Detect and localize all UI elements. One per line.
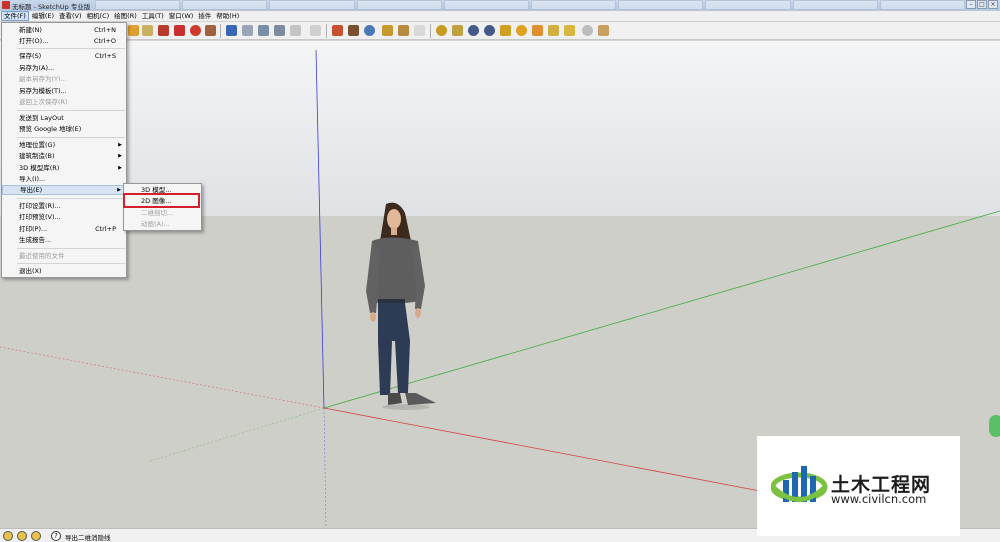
share-model-icon[interactable] xyxy=(398,25,409,36)
file-menu-save-copy-as: 副本另存为(Y)... xyxy=(19,75,67,83)
maximize-icon[interactable]: □ xyxy=(977,0,987,9)
menu-bar: 文件(F) 编辑(E) 查看(V) 相机(C) 绘图(R) 工具(T) 窗口(W… xyxy=(0,11,1000,22)
minimize-icon[interactable]: – xyxy=(966,0,976,9)
toggle-terrain-icon[interactable] xyxy=(452,25,463,36)
close-icon[interactable]: × xyxy=(988,0,998,9)
file-menu-print-preview[interactable]: 打印预览(V)... xyxy=(2,212,126,222)
flip-edge-icon[interactable] xyxy=(598,25,609,36)
file-menu-building-maker[interactable]: 建筑制造(B) ▶ xyxy=(2,151,126,161)
menu-window[interactable]: 窗口(W) xyxy=(167,11,196,21)
pan-icon[interactable] xyxy=(242,25,253,36)
next-view-icon[interactable] xyxy=(310,25,321,36)
civilcn-logo-icon xyxy=(771,466,828,502)
site-watermark: 土木工程网 www.civilcn.com xyxy=(757,436,960,536)
sketchup-app-icon xyxy=(2,1,10,9)
main-toolbar xyxy=(0,22,1000,40)
stamp-icon[interactable] xyxy=(548,25,559,36)
submenu-arrow-icon: ▶ xyxy=(118,142,122,148)
file-menu-send-to-layout[interactable]: 发送到 LayOut xyxy=(2,113,126,123)
person-figure xyxy=(366,202,436,410)
get-models-icon[interactable] xyxy=(382,25,393,36)
file-menu-import[interactable]: 导入(I)... xyxy=(2,174,126,184)
background-taskbar-tabs xyxy=(95,0,966,11)
zoom-icon[interactable] xyxy=(258,25,269,36)
rotate-icon[interactable] xyxy=(190,25,201,36)
menu-view[interactable]: 查看(V) xyxy=(57,11,84,21)
follow-me-icon[interactable] xyxy=(205,25,216,36)
blue-axis-negative xyxy=(323,407,327,528)
file-menu-print[interactable]: 打印(P)... Ctrl+P xyxy=(2,224,126,234)
add-location-icon[interactable] xyxy=(436,25,447,36)
watermark-url: www.civilcn.com xyxy=(831,492,927,506)
tape-measure-icon[interactable] xyxy=(142,25,153,36)
previous-view-icon[interactable] xyxy=(290,25,301,36)
highlight-annotation-box xyxy=(123,193,200,208)
green-axis-negative xyxy=(149,407,325,462)
submenu-arrow-icon: ▶ xyxy=(117,187,121,193)
walk-icon[interactable] xyxy=(348,25,359,36)
push-pull-icon[interactable] xyxy=(158,25,169,36)
paint-bucket-icon[interactable] xyxy=(128,25,139,36)
file-menu-export[interactable]: 导出(E) ▶ xyxy=(2,185,126,195)
export-section-slice: 二维剖切... xyxy=(141,209,174,217)
file-menu-new[interactable]: 新建(N) Ctrl+N xyxy=(2,25,126,35)
sandbox-icon[interactable] xyxy=(516,25,527,36)
blue-axis xyxy=(315,49,325,409)
file-menu-geo-location[interactable]: 地理位置(G) ▶ xyxy=(2,140,126,150)
credits-status-icon[interactable] xyxy=(17,531,27,541)
file-menu-save-as[interactable]: 另存为(A)... xyxy=(2,63,126,73)
photo-textures-icon[interactable] xyxy=(468,25,479,36)
help-icon[interactable]: ? xyxy=(51,531,61,541)
menu-help[interactable]: 帮助(H) xyxy=(214,11,241,21)
file-menu-3d-warehouse[interactable]: 3D 模型库(R) ▶ xyxy=(2,163,126,173)
file-menu-open[interactable]: 打开(O)... Ctrl+O xyxy=(2,36,126,46)
geo-location-status-icon[interactable] xyxy=(3,531,13,541)
position-camera-icon[interactable] xyxy=(332,25,343,36)
preview-google-earth-icon[interactable] xyxy=(484,25,495,36)
submenu-arrow-icon: ▶ xyxy=(118,153,122,159)
file-menu-dropdown: 新建(N) Ctrl+N 打开(O)... Ctrl+O 保存(S) Ctrl+S 另… xyxy=(1,22,127,278)
red-axis-negative xyxy=(0,346,325,409)
add-detail-icon[interactable] xyxy=(582,25,593,36)
menu-file[interactable]: 文件(F) xyxy=(1,11,29,21)
export-animation: 动画(A)... xyxy=(141,220,170,228)
look-around-icon[interactable] xyxy=(364,25,375,36)
file-menu-save[interactable]: 保存(S) Ctrl+S xyxy=(2,51,126,61)
title-bar: 无标题 - SketchUp 专业版 – □ × xyxy=(0,0,1000,11)
menu-tools[interactable]: 工具(T) xyxy=(140,11,166,21)
submenu-arrow-icon: ▶ xyxy=(118,165,122,171)
file-menu-preview-google-earth[interactable]: 预览 Google 地球(E) xyxy=(2,124,126,134)
zoom-extents-icon[interactable] xyxy=(274,25,285,36)
green-axis xyxy=(323,210,1000,409)
menu-plugins[interactable]: 插件 xyxy=(196,11,213,21)
move-icon[interactable] xyxy=(174,25,185,36)
file-menu-recent-files: 最近使用的文件 xyxy=(19,252,65,260)
file-menu-revert: 返回上次保存(R) xyxy=(19,98,68,106)
menu-draw[interactable]: 绘图(R) xyxy=(112,11,139,21)
menu-edit[interactable]: 编辑(E) xyxy=(30,11,56,21)
orbit-icon[interactable] xyxy=(226,25,237,36)
share-component-icon[interactable] xyxy=(414,25,425,36)
red-axis xyxy=(323,407,761,492)
file-menu-generate-report[interactable]: 生成报告... xyxy=(2,235,126,245)
status-text: 导出二维消隐线 xyxy=(65,534,111,542)
file-menu-save-as-template[interactable]: 另存为模板(T)... xyxy=(2,86,126,96)
file-menu-print-setup[interactable]: 打印设置(R)... xyxy=(2,201,126,211)
smoove-icon[interactable] xyxy=(532,25,543,36)
menu-camera[interactable]: 相机(C) xyxy=(85,11,112,21)
window-title: 无标题 - SketchUp 专业版 xyxy=(12,3,91,11)
side-float-badge[interactable] xyxy=(989,415,1000,437)
drape-icon[interactable] xyxy=(564,25,575,36)
user-status-icon[interactable] xyxy=(31,531,41,541)
file-menu-exit[interactable]: 退出(X) xyxy=(2,266,126,276)
building-maker-icon[interactable] xyxy=(500,25,511,36)
